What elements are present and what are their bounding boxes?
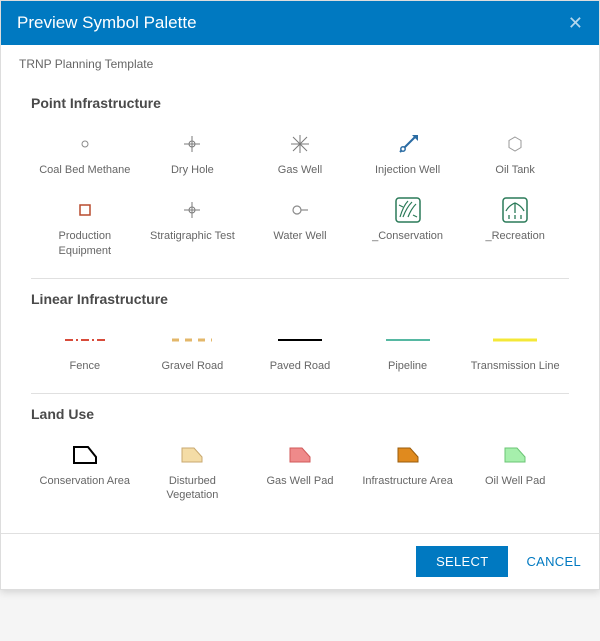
symbol-item[interactable]: Pipeline bbox=[354, 321, 462, 387]
section-linear-infrastructure: Linear Infrastructure Fence bbox=[31, 278, 569, 393]
section-point-infrastructure: Point Infrastructure Coal Bed Methane bbox=[31, 83, 569, 278]
symbol-item[interactable]: Transmission Line bbox=[461, 321, 569, 387]
symbol-item[interactable]: Infrastructure Area bbox=[354, 436, 462, 517]
symbol-label: Production Equipment bbox=[35, 229, 135, 258]
gravel-road-icon bbox=[143, 325, 243, 355]
pipeline-icon bbox=[358, 325, 458, 355]
symbol-grid: Fence Gravel Road Paved Road bbox=[31, 321, 569, 387]
symbol-item[interactable]: Oil Tank bbox=[461, 125, 569, 191]
section-land-use: Land Use Conservation Area Disturbed Veg… bbox=[31, 393, 569, 523]
symbol-label: Dry Hole bbox=[143, 163, 243, 177]
paved-road-icon bbox=[250, 325, 350, 355]
preview-symbol-palette-dialog: Preview Symbol Palette ✕ TRNP Planning T… bbox=[0, 0, 600, 590]
production-equipment-icon bbox=[35, 195, 135, 225]
template-name: TRNP Planning Template bbox=[1, 45, 599, 75]
symbol-item[interactable]: Oil Well Pad bbox=[461, 436, 569, 517]
symbol-item[interactable]: Gravel Road bbox=[139, 321, 247, 387]
symbol-item[interactable]: _Conservation bbox=[354, 191, 462, 272]
transmission-line-icon bbox=[465, 325, 565, 355]
symbol-label: Pipeline bbox=[358, 359, 458, 373]
symbol-item[interactable]: Disturbed Vegetation bbox=[139, 436, 247, 517]
symbol-item[interactable]: Gas Well Pad bbox=[246, 436, 354, 517]
symbol-item[interactable]: Water Well bbox=[246, 191, 354, 272]
symbol-label: Paved Road bbox=[250, 359, 350, 373]
symbol-item[interactable]: _Recreation bbox=[461, 191, 569, 272]
symbol-item[interactable]: Production Equipment bbox=[31, 191, 139, 272]
symbol-label: Gravel Road bbox=[143, 359, 243, 373]
symbol-label: Coal Bed Methane bbox=[35, 163, 135, 177]
close-icon[interactable]: ✕ bbox=[568, 14, 583, 32]
symbol-item[interactable]: Injection Well bbox=[354, 125, 462, 191]
injection-well-icon bbox=[358, 129, 458, 159]
water-well-icon bbox=[250, 195, 350, 225]
section-title: Linear Infrastructure bbox=[31, 291, 569, 307]
cancel-button[interactable]: CANCEL bbox=[526, 554, 581, 569]
symbol-label: _Recreation bbox=[465, 229, 565, 243]
symbol-grid: Coal Bed Methane Dry Hole bbox=[31, 125, 569, 272]
oil-tank-icon bbox=[465, 129, 565, 159]
dialog-body: Point Infrastructure Coal Bed Methane bbox=[1, 75, 599, 533]
symbol-label: Injection Well bbox=[358, 163, 458, 177]
section-title: Point Infrastructure bbox=[31, 95, 569, 111]
recreation-icon bbox=[465, 195, 565, 225]
symbol-item[interactable]: Gas Well bbox=[246, 125, 354, 191]
coal-bed-methane-icon bbox=[35, 129, 135, 159]
gas-well-icon bbox=[250, 129, 350, 159]
symbol-label: Disturbed Vegetation bbox=[143, 474, 243, 503]
dialog-header: Preview Symbol Palette ✕ bbox=[1, 1, 599, 45]
symbol-item[interactable]: Conservation Area bbox=[31, 436, 139, 517]
gas-well-pad-icon bbox=[250, 440, 350, 470]
symbol-item[interactable]: Coal Bed Methane bbox=[31, 125, 139, 191]
dry-hole-icon bbox=[143, 129, 243, 159]
symbol-label: Gas Well bbox=[250, 163, 350, 177]
symbol-label: Fence bbox=[35, 359, 135, 373]
symbol-label: Infrastructure Area bbox=[358, 474, 458, 488]
symbol-label: Transmission Line bbox=[465, 359, 565, 373]
symbol-label: Oil Well Pad bbox=[465, 474, 565, 488]
dialog-footer: SELECT CANCEL bbox=[1, 533, 599, 589]
disturbed-vegetation-icon bbox=[143, 440, 243, 470]
symbol-label: Water Well bbox=[250, 229, 350, 243]
symbol-item[interactable]: Stratigraphic Test bbox=[139, 191, 247, 272]
symbol-item[interactable]: Fence bbox=[31, 321, 139, 387]
section-title: Land Use bbox=[31, 406, 569, 422]
infrastructure-area-icon bbox=[358, 440, 458, 470]
symbol-label: Stratigraphic Test bbox=[143, 229, 243, 243]
symbol-label: _Conservation bbox=[358, 229, 458, 243]
stratigraphic-test-icon bbox=[143, 195, 243, 225]
conservation-area-icon bbox=[35, 440, 135, 470]
symbol-item[interactable]: Paved Road bbox=[246, 321, 354, 387]
fence-icon bbox=[35, 325, 135, 355]
conservation-icon bbox=[358, 195, 458, 225]
oil-well-pad-icon bbox=[465, 440, 565, 470]
symbol-label: Conservation Area bbox=[35, 474, 135, 488]
symbol-label: Gas Well Pad bbox=[250, 474, 350, 488]
symbol-grid: Conservation Area Disturbed Vegetation G… bbox=[31, 436, 569, 517]
symbol-label: Oil Tank bbox=[465, 163, 565, 177]
dialog-title: Preview Symbol Palette bbox=[17, 13, 197, 33]
symbol-item[interactable]: Dry Hole bbox=[139, 125, 247, 191]
select-button[interactable]: SELECT bbox=[416, 546, 508, 577]
